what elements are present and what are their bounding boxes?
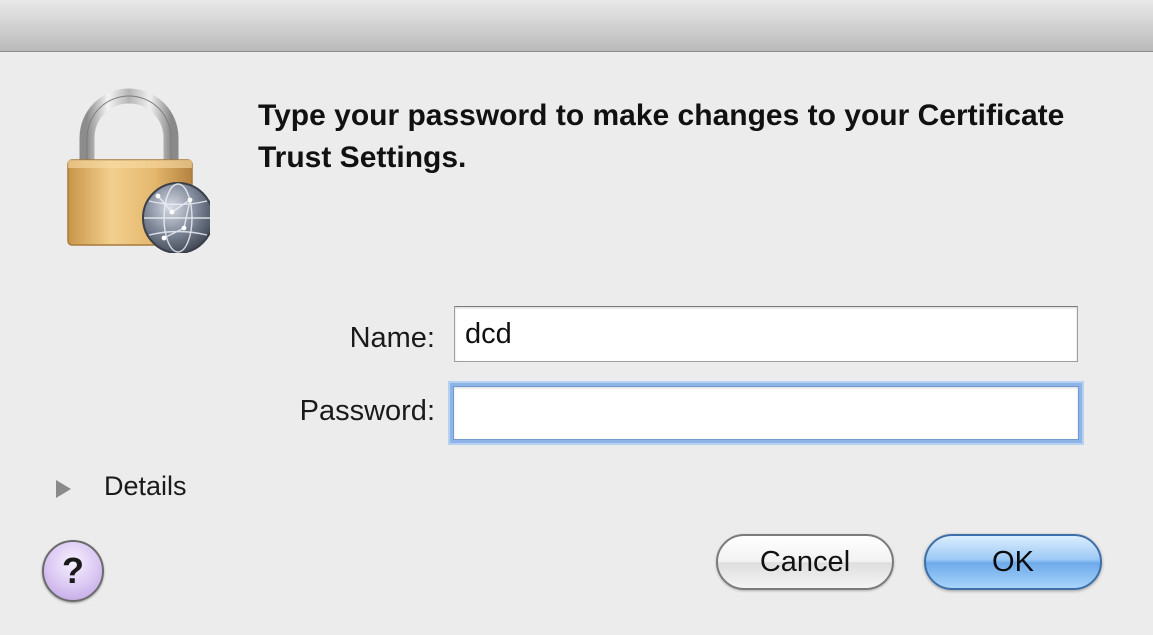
details-label[interactable]: Details [104, 471, 187, 502]
password-field[interactable] [453, 386, 1079, 440]
dialog-message: Type your password to make changes to yo… [258, 99, 1065, 174]
password-label: Password: [299, 395, 435, 427]
cancel-button[interactable]: Cancel [716, 534, 894, 590]
title-bar[interactable] [0, 0, 1153, 52]
name-label: Name: [349, 322, 435, 354]
name-field[interactable] [454, 306, 1078, 362]
details-disclosure[interactable]: Details [56, 471, 216, 507]
ok-button[interactable]: OK [924, 534, 1102, 590]
authentication-dialog: Type your password to make changes to yo… [0, 0, 1153, 635]
help-icon: ? [62, 550, 84, 591]
help-button[interactable]: ? [42, 540, 104, 602]
disclosure-triangle-icon[interactable] [56, 480, 71, 498]
lock-icon [60, 88, 214, 254]
